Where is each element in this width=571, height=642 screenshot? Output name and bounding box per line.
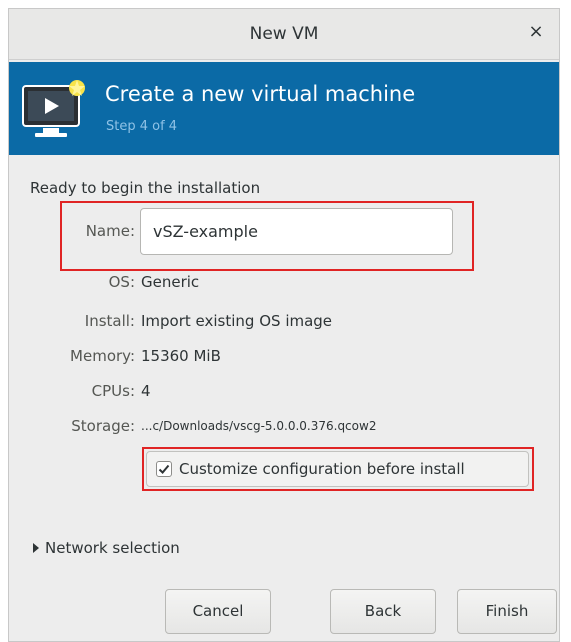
close-icon[interactable]: × <box>525 21 547 43</box>
os-value: Generic <box>141 273 200 291</box>
new-vm-dialog: New VM × Create a new virtual machine St… <box>8 8 560 642</box>
install-value: Import existing OS image <box>141 312 333 330</box>
cancel-button[interactable]: Cancel <box>165 589 271 634</box>
network-selection-expander[interactable]: Network selection <box>33 539 180 557</box>
finish-button[interactable]: Finish <box>457 589 557 634</box>
cpus-label: CPUs: <box>91 382 135 400</box>
customize-checkbox[interactable] <box>156 461 172 477</box>
customize-label: Customize configuration before install <box>179 460 465 478</box>
storage-value: ...c/Downloads/vscg-5.0.0.0.376.qcow2 <box>141 419 377 433</box>
monitor-play-icon <box>22 80 85 137</box>
wizard-step: Step 4 of 4 <box>106 119 178 134</box>
storage-label: Storage: <box>71 417 135 435</box>
cpus-value: 4 <box>141 382 151 400</box>
memory-label: Memory: <box>70 347 135 365</box>
wizard-heading: Create a new virtual machine <box>105 82 416 106</box>
checkmark-icon <box>158 464 170 474</box>
memory-value: 15360 MiB <box>141 347 221 365</box>
title-bar: New VM × <box>9 9 559 60</box>
network-selection-label: Network selection <box>45 539 180 557</box>
customize-checkbox-button[interactable]: Customize configuration before install <box>146 451 529 487</box>
ready-text: Ready to begin the installation <box>30 179 261 197</box>
os-label: OS: <box>108 273 135 291</box>
window-title: New VM <box>249 24 319 44</box>
wizard-banner: Create a new virtual machine Step 4 of 4 <box>9 62 559 155</box>
expander-arrow-icon <box>33 542 39 553</box>
vm-name-input[interactable] <box>140 208 453 255</box>
install-label: Install: <box>84 312 135 330</box>
name-label: Name: <box>85 222 135 240</box>
back-button[interactable]: Back <box>330 589 436 634</box>
